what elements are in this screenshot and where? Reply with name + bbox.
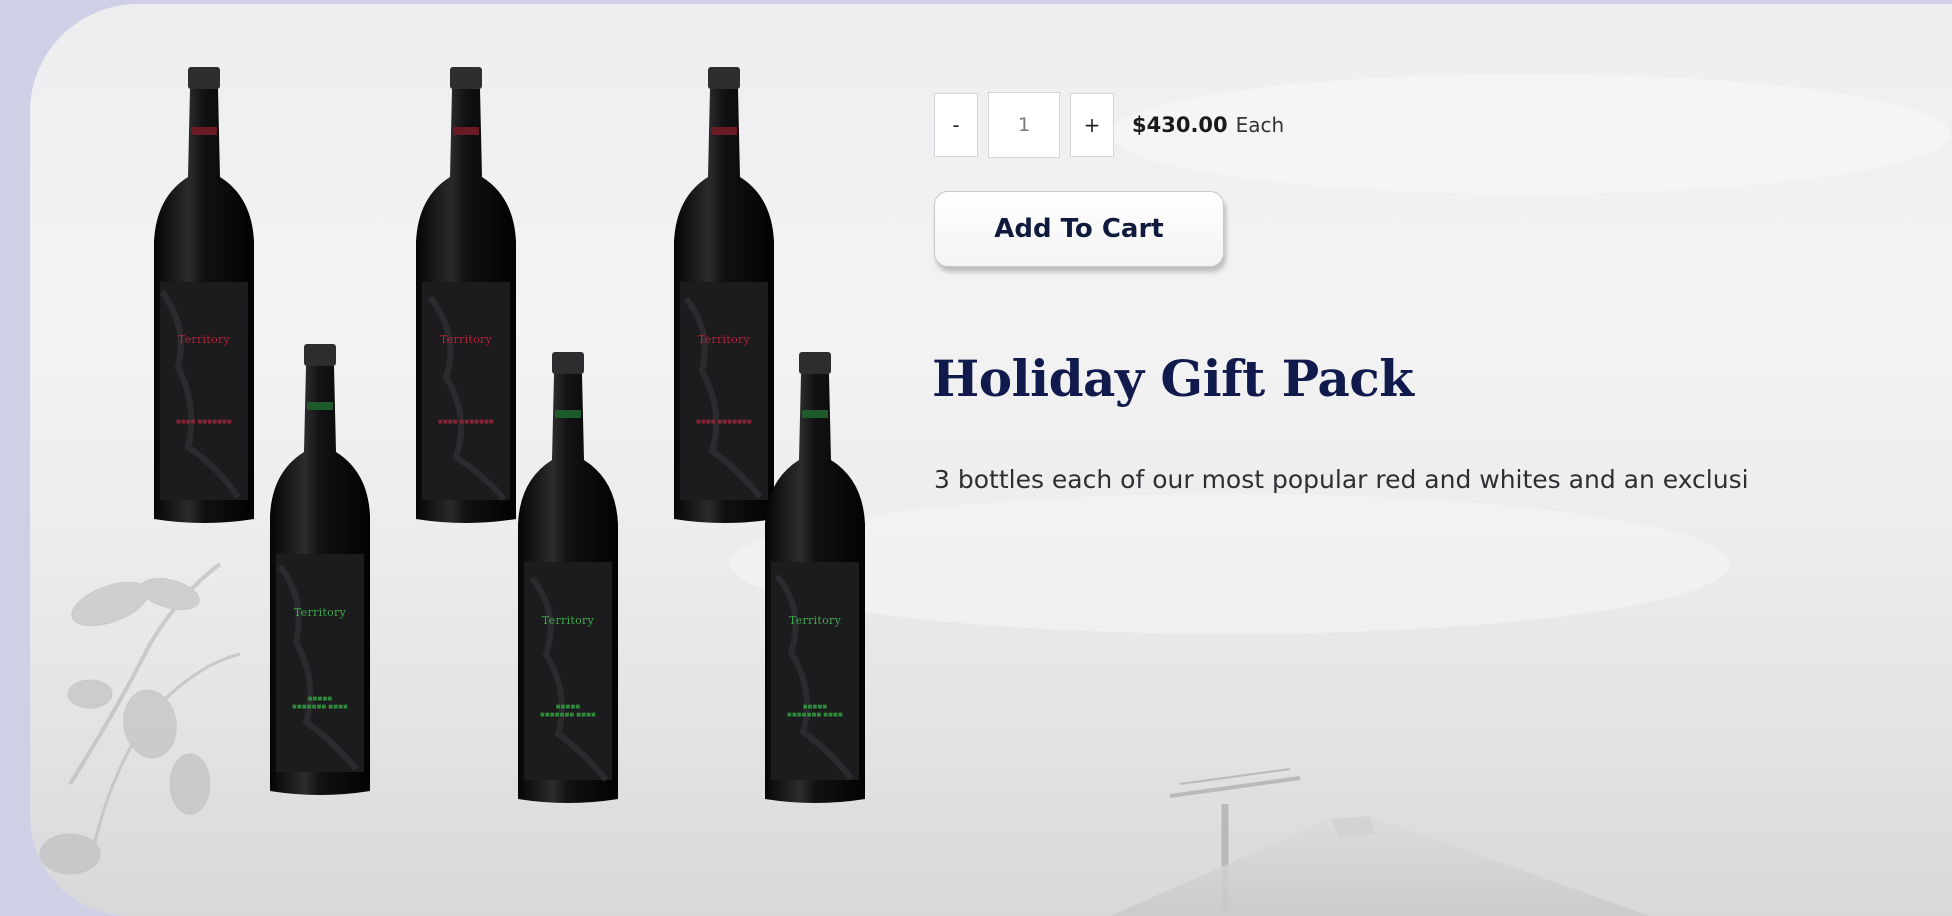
bottle-label-fine-print: ■■■■ ■■■■■■■ [176,419,232,425]
quantity-row: - 1 + $430.00 Each [934,91,1284,159]
bottle-image: Territory ■■■■■ ■■■■■■■ ■■■■ [512,352,624,804]
bottle-image: Territory ■■■■ ■■■■■■■ [148,67,260,524]
bottle-image: Territory ■■■■■ ■■■■■■■ ■■■■ [759,352,871,804]
add-to-cart-button[interactable]: Add To Cart [934,191,1224,267]
quantity-input[interactable]: 1 [988,92,1060,158]
bottle-label: Territory [293,606,347,619]
product-description: 3 bottles each of our most popular red a… [934,465,1749,494]
bottle-label-fine-print: ■■■■■ [555,704,581,710]
bottle-label-fine-print: ■■■■■■■ ■■■■ [540,712,596,718]
product-price: $430.00 [1132,113,1228,137]
bottle-image: Territory ■■■■ ■■■■■■■ [410,67,522,524]
product-panel: Territory ■■■■ ■■■■■■■ Territory ■■■■ ■■… [30,4,1952,916]
product-title: Holiday Gift Pack [932,349,1414,408]
increment-button[interactable]: + [1070,93,1114,157]
bottle-label-fine-print: ■■■■■■■ ■■■■ [292,704,348,710]
rooftop-illustration [1110,816,1650,916]
bottle-label-fine-print: ■■■■■■■ ■■■■ [787,712,843,718]
bottle-label-fine-print: ■■■■■ [307,696,333,702]
bottle-image: Territory ■■■■■ ■■■■■■■ ■■■■ [264,344,376,796]
bottle-label: Territory [439,333,493,346]
bottle-label: Territory [541,614,595,627]
bottle-label-fine-print: ■■■■■ [802,704,828,710]
bottle-label: Territory [697,333,751,346]
decrement-button[interactable]: - [934,93,978,157]
product-image: Territory ■■■■ ■■■■■■■ Territory ■■■■ ■■… [30,4,930,916]
bottle-label: Territory [177,333,231,346]
price-unit: Each [1235,113,1285,137]
bottle-label: Territory [788,614,842,627]
bottle-label-fine-print: ■■■■ ■■■■■■■ [438,419,494,425]
